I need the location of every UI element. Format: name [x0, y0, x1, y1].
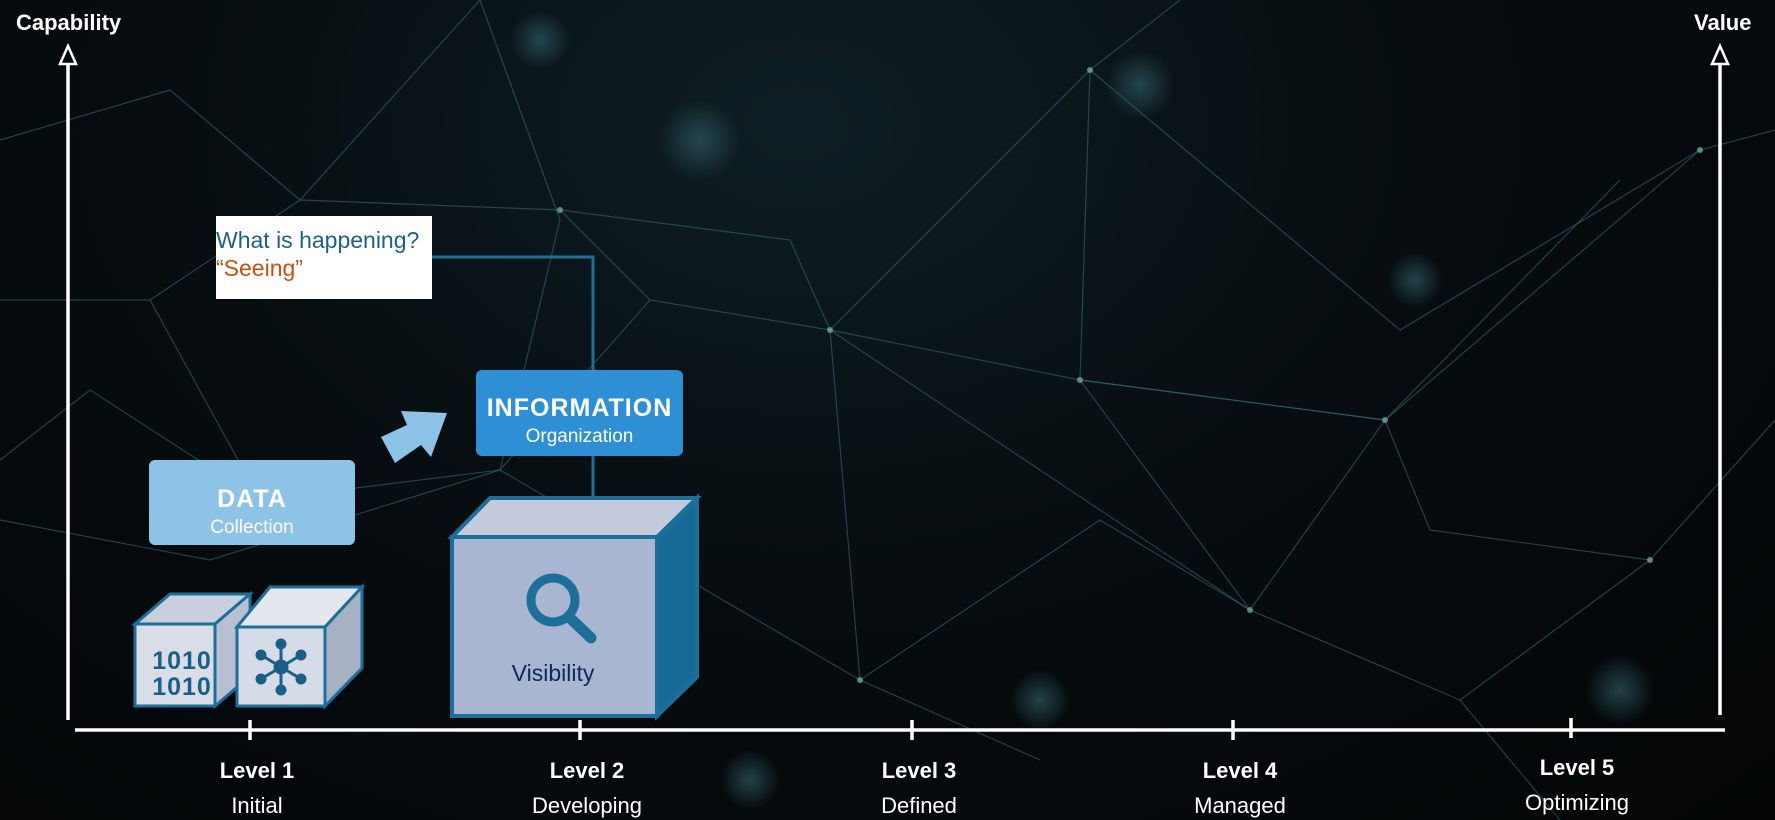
level-name: Level 2 [549, 758, 625, 783]
callout-answer: “Seeing” [216, 255, 303, 281]
right-arrow-icon [381, 411, 447, 463]
information-box-subtitle: Organization [525, 426, 634, 447]
capability-axis-title: Capability [16, 10, 122, 35]
diagram-canvas: Capability Value Level 1 Initial Level 2… [0, 0, 1775, 820]
level-name: Level 1 [219, 758, 295, 783]
value-axis-title: Value [1694, 10, 1752, 35]
level-4-label: Level 4 Managed [1145, 758, 1335, 819]
value-arrowhead [1710, 42, 1730, 66]
binary-row-2: 1010 [152, 673, 212, 701]
level-name: Level 5 [1539, 755, 1615, 780]
level-stage: Developing [531, 793, 643, 818]
magnifier-icon [526, 573, 597, 644]
level-stage: Managed [1194, 793, 1286, 818]
visibility-label: Visibility [511, 660, 595, 686]
binary-data-icon: 1010 1010 [150, 648, 214, 700]
network-cube [233, 583, 366, 710]
binary-row-1: 1010 [152, 647, 212, 675]
data-box-subtitle: Collection [210, 517, 294, 538]
level-1-label: Level 1 Initial [162, 758, 352, 819]
level-stage: Optimizing [1525, 790, 1629, 815]
callout-box: What is happening? “Seeing” [216, 216, 432, 299]
information-box-title: INFORMATION [486, 394, 673, 422]
level-name: Level 3 [881, 758, 957, 783]
level-2-label: Level 2 Developing [492, 758, 682, 819]
data-box-title: DATA [217, 485, 287, 513]
level-3-label: Level 3 Defined [824, 758, 1014, 819]
level-5-label: Level 5 Optimizing [1482, 755, 1672, 816]
data-collection-box: DATA Collection [149, 460, 355, 545]
capability-arrowhead [58, 42, 78, 66]
information-organization-box: INFORMATION Organization [476, 370, 683, 456]
callout-question: What is happening? [216, 227, 420, 253]
callout-connector [432, 255, 595, 372]
level-name: Level 4 [1202, 758, 1278, 783]
level-stage: Initial [231, 793, 283, 818]
level-stage: Defined [881, 793, 957, 818]
